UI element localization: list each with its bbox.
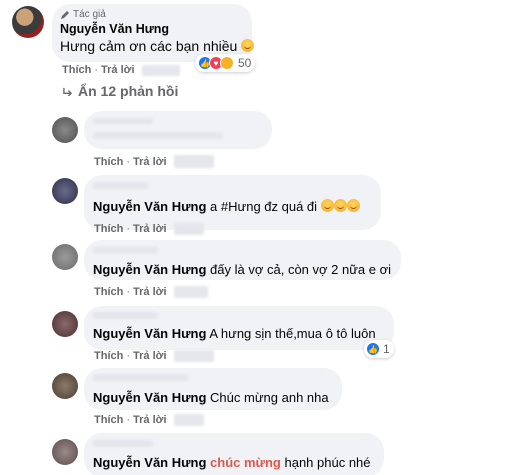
- reply-link[interactable]: Trả lời: [133, 286, 167, 298]
- highlighted-text: chúc mừng: [210, 455, 281, 470]
- reply-text: Nguyễn Văn Hưng Chúc mừng anh nha: [93, 390, 329, 405]
- reaction-summary[interactable]: 👍 ♥ 50: [195, 54, 256, 72]
- reply-avatar[interactable]: [52, 311, 78, 337]
- like-link[interactable]: Thích: [62, 64, 91, 76]
- redacted-name: [93, 440, 153, 447]
- like-count: 1: [383, 342, 390, 356]
- reply-text: Nguyễn Văn Hưng đấy là vợ cả, còn vợ 2 n…: [93, 262, 392, 277]
- timestamp-redacted: [173, 155, 214, 168]
- smile-emoji-icon: [241, 39, 255, 52]
- reply-actions: Thích · Trả lời: [94, 286, 208, 298]
- redacted-name: [93, 118, 153, 124]
- reply-text: Nguyễn Văn Hưng a #Hưng đz quá đi: [93, 199, 360, 214]
- redacted-name: [93, 312, 158, 319]
- reply-avatar[interactable]: [52, 439, 78, 465]
- timestamp-redacted: [173, 223, 204, 235]
- timestamp-redacted: [173, 286, 208, 298]
- redacted-text: [93, 132, 223, 139]
- reply-link[interactable]: Trả lời: [133, 223, 167, 235]
- like-link[interactable]: Thích: [94, 223, 123, 235]
- reply-link[interactable]: Trả lời: [101, 64, 135, 76]
- smile-emoji-icon: [320, 199, 334, 212]
- mentioned-user[interactable]: Nguyễn Văn Hưng: [93, 390, 206, 405]
- mentioned-user[interactable]: Nguyễn Văn Hưng: [93, 326, 206, 341]
- redacted-name: [93, 247, 158, 254]
- like-link[interactable]: Thích: [94, 350, 123, 362]
- reply-link[interactable]: Trả lời: [133, 414, 167, 426]
- reply-actions: Thích · Trả lời: [94, 223, 204, 235]
- reply-actions: Thích · Trả lời: [94, 414, 204, 426]
- reply-avatar[interactable]: [52, 117, 78, 143]
- comment-text: Hưng cảm ơn các bạn nhiều: [60, 38, 255, 54]
- like-link[interactable]: Thích: [94, 156, 123, 168]
- like-reaction-icon: 👍: [366, 342, 380, 356]
- timestamp-redacted: [141, 64, 180, 76]
- reply-actions: Thích · Trả lời: [94, 155, 214, 168]
- comment-actions: Thích · Trả lời: [62, 64, 180, 76]
- reply-link[interactable]: Trả lời: [133, 350, 167, 362]
- reply-text: Nguyễn Văn Hưng chúc mừng hạnh phúc nhé: [93, 455, 371, 470]
- hide-replies-label: Ẩn 12 phản hồi: [78, 83, 179, 99]
- redacted-name: [93, 182, 148, 189]
- comment-author[interactable]: Nguyễn Văn Hưng: [60, 22, 169, 36]
- reply-link[interactable]: Trả lời: [133, 156, 167, 168]
- hide-replies-toggle[interactable]: Ẩn 12 phản hồi: [63, 83, 178, 99]
- reply-avatar[interactable]: [52, 244, 78, 270]
- reply-avatar[interactable]: [52, 178, 78, 204]
- author-badge: Tác giả: [60, 9, 106, 20]
- like-link[interactable]: Thích: [94, 286, 123, 298]
- mentioned-user[interactable]: Nguyễn Văn Hưng: [93, 262, 206, 277]
- timestamp-redacted: [173, 414, 204, 426]
- reply-bubble: [84, 111, 272, 149]
- like-link[interactable]: Thích: [94, 414, 123, 426]
- redacted-name: [93, 374, 188, 381]
- smile-emoji-icon: [333, 199, 347, 212]
- timestamp-redacted: [173, 350, 214, 362]
- pen-icon: [61, 10, 69, 19]
- author-avatar[interactable]: [12, 6, 44, 38]
- author-badge-label: Tác giả: [73, 9, 106, 20]
- smile-emoji-icon: [346, 199, 360, 212]
- separator: ·: [94, 64, 99, 76]
- collapse-arrow-icon: [63, 87, 72, 96]
- reply-actions: Thích · Trả lời: [94, 350, 214, 362]
- reaction-count: 50: [238, 56, 252, 70]
- reply-text: Nguyễn Văn Hưng A hưng sịn thế,mua ô tô …: [93, 326, 376, 341]
- mentioned-user[interactable]: Nguyễn Văn Hưng: [93, 199, 206, 214]
- care-reaction-icon: [220, 56, 234, 70]
- mentioned-user[interactable]: Nguyễn Văn Hưng: [93, 455, 206, 470]
- reply-like-badge[interactable]: 👍 1: [364, 340, 394, 358]
- reply-avatar[interactable]: [52, 373, 78, 399]
